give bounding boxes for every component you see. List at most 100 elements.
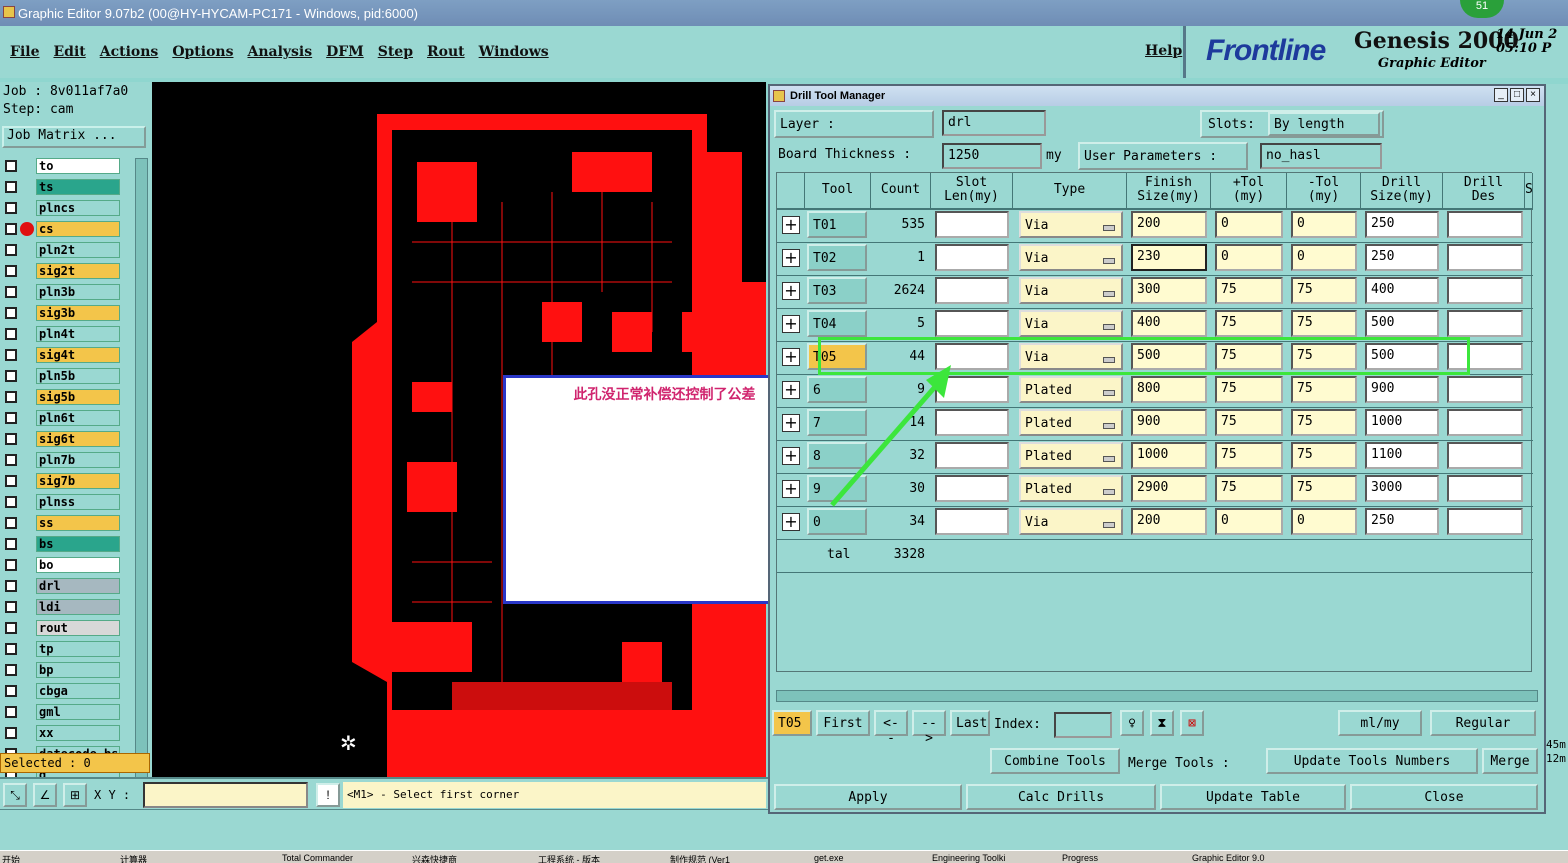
- layer-checkbox[interactable]: [5, 202, 17, 214]
- layer-name[interactable]: bp: [36, 662, 120, 678]
- layer-row[interactable]: gml: [2, 704, 132, 720]
- layer-row[interactable]: sig4t: [2, 347, 132, 363]
- layer-row[interactable]: bp: [2, 662, 132, 678]
- layer-row[interactable]: sig5b: [2, 389, 132, 405]
- drill-des-field[interactable]: [1447, 277, 1523, 304]
- expand-icon[interactable]: +: [782, 348, 800, 366]
- tool-button[interactable]: T01: [807, 211, 867, 238]
- slot-length-field[interactable]: [935, 244, 1009, 271]
- layer-checkbox[interactable]: [5, 391, 17, 403]
- layer-name[interactable]: pln5b: [36, 368, 120, 384]
- layer-name[interactable]: plnss: [36, 494, 120, 510]
- minus-tol-field[interactable]: 75: [1291, 409, 1357, 436]
- layer-checkbox[interactable]: [5, 307, 17, 319]
- taskbar-item[interactable]: 制作规范 (Ver1: [668, 853, 730, 863]
- tool-button[interactable]: T03: [807, 277, 867, 304]
- hourglass-icon[interactable]: ⧗: [1150, 710, 1174, 736]
- finish-size-field[interactable]: 2900: [1131, 475, 1207, 502]
- layer-checkbox[interactable]: [5, 349, 17, 361]
- drill-des-field[interactable]: [1447, 475, 1523, 502]
- taskbar-item[interactable]: 计算器: [118, 853, 147, 863]
- layer-checkbox[interactable]: [5, 601, 17, 613]
- layer-checkbox[interactable]: [5, 685, 17, 697]
- layer-row[interactable]: drl: [2, 578, 132, 594]
- layer-checkbox[interactable]: [5, 286, 17, 298]
- finish-size-field[interactable]: 900: [1131, 409, 1207, 436]
- layer-row[interactable]: xx: [2, 725, 132, 741]
- update-table-button[interactable]: Update Table: [1160, 784, 1346, 810]
- layer-name[interactable]: bo: [36, 557, 120, 573]
- layer-name[interactable]: drl: [36, 578, 120, 594]
- menu-actions[interactable]: Actions: [100, 44, 159, 60]
- drill-size-field[interactable]: 1000: [1365, 409, 1439, 436]
- expand-icon[interactable]: +: [782, 249, 800, 267]
- merge-button[interactable]: Merge: [1482, 748, 1538, 774]
- taskbar-item[interactable]: 工程系统 - 版本: [536, 853, 600, 863]
- alert-icon[interactable]: !: [316, 783, 340, 807]
- plus-tol-field[interactable]: 0: [1215, 244, 1283, 271]
- layer-name[interactable]: pln2t: [36, 242, 120, 258]
- drill-des-field[interactable]: [1447, 409, 1523, 436]
- minus-tol-field[interactable]: 75: [1291, 376, 1357, 403]
- measure-icon[interactable]: ∠: [33, 783, 57, 807]
- slot-length-field[interactable]: [935, 310, 1009, 337]
- type-select[interactable]: Plated: [1019, 475, 1123, 502]
- layer-scrollbar[interactable]: [135, 158, 148, 823]
- finish-size-field[interactable]: 1000: [1131, 442, 1207, 469]
- menu-rout[interactable]: Rout: [427, 44, 465, 60]
- layer-name[interactable]: sig5b: [36, 389, 120, 405]
- drill-des-field[interactable]: [1447, 508, 1523, 535]
- user-params-field[interactable]: no_hasl: [1260, 143, 1382, 169]
- finish-size-field[interactable]: 200: [1131, 211, 1207, 238]
- menu-edit[interactable]: Edit: [53, 44, 85, 60]
- layer-name[interactable]: bs: [36, 536, 120, 552]
- layer-row[interactable]: tp: [2, 641, 132, 657]
- layer-row[interactable]: to: [2, 158, 132, 174]
- layer-row[interactable]: sig2t: [2, 263, 132, 279]
- drill-des-field[interactable]: [1447, 310, 1523, 337]
- first-button[interactable]: First: [816, 710, 870, 736]
- layer-row[interactable]: pln2t: [2, 242, 132, 258]
- type-select[interactable]: Plated: [1019, 376, 1123, 403]
- layer-name[interactable]: pln6t: [36, 410, 120, 426]
- drill-des-field[interactable]: [1447, 442, 1523, 469]
- slot-length-field[interactable]: [935, 508, 1009, 535]
- layer-row[interactable]: plncs: [2, 200, 132, 216]
- close-icon[interactable]: ×: [1526, 88, 1540, 102]
- layer-checkbox[interactable]: [5, 559, 17, 571]
- layer-name[interactable]: cs: [36, 221, 120, 237]
- layer-name[interactable]: to: [36, 158, 120, 174]
- layer-checkbox[interactable]: [5, 706, 17, 718]
- slot-length-field[interactable]: [935, 277, 1009, 304]
- thickness-field[interactable]: 1250: [942, 143, 1042, 169]
- layer-row[interactable]: pln7b: [2, 452, 132, 468]
- menu-step[interactable]: Step: [378, 44, 413, 60]
- menu-windows[interactable]: Windows: [479, 44, 549, 60]
- job-matrix-button[interactable]: Job Matrix ...: [2, 126, 146, 148]
- horizontal-scrollbar[interactable]: [776, 690, 1538, 702]
- type-select[interactable]: Plated: [1019, 409, 1123, 436]
- calc-drills-button[interactable]: Calc Drills: [966, 784, 1156, 810]
- combine-tools-button[interactable]: Combine Tools: [990, 748, 1120, 774]
- plus-tol-field[interactable]: 75: [1215, 442, 1283, 469]
- plus-tol-field[interactable]: 75: [1215, 409, 1283, 436]
- taskbar-item[interactable]: 开始: [0, 853, 20, 863]
- layer-row[interactable]: ldi: [2, 599, 132, 615]
- lamp-icon[interactable]: ♀: [1120, 710, 1144, 736]
- type-select[interactable]: Via: [1019, 211, 1123, 238]
- finish-size-field[interactable]: 230: [1131, 244, 1207, 271]
- next-button[interactable]: -->: [912, 710, 946, 746]
- layer-checkbox[interactable]: [5, 727, 17, 739]
- menu-help[interactable]: Help: [1145, 43, 1182, 59]
- layer-name[interactable]: sig7b: [36, 473, 120, 489]
- units-select[interactable]: ml/my: [1338, 710, 1422, 736]
- index-field[interactable]: [1054, 712, 1112, 738]
- layer-row[interactable]: sig7b: [2, 473, 132, 489]
- layer-checkbox[interactable]: [5, 664, 17, 676]
- layer-row[interactable]: ts: [2, 179, 132, 195]
- layer-row[interactable]: rout: [2, 620, 132, 636]
- minus-tol-field[interactable]: 75: [1291, 442, 1357, 469]
- layer-name[interactable]: rout: [36, 620, 120, 636]
- layer-name[interactable]: gml: [36, 704, 120, 720]
- zoom-icon[interactable]: ⤡: [3, 783, 27, 807]
